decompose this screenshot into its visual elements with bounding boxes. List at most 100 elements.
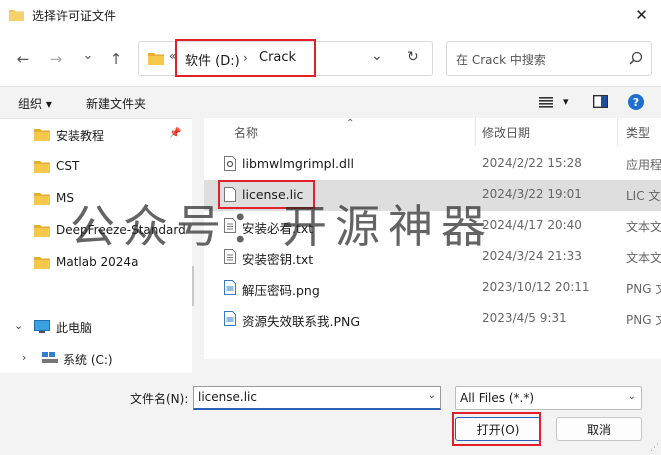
search-box[interactable]: 在 Crack 中搜索 [446, 41, 652, 76]
close-icon: ✕ [635, 6, 648, 24]
file-type: PNG 文 [626, 282, 661, 296]
file-name: libmwlmgrimpl.dll [242, 156, 354, 171]
back-arrow-icon: ← [16, 50, 30, 68]
file-date: 2024/3/22 19:01 [482, 187, 582, 201]
pin-icon: 📌 [169, 128, 182, 139]
file-type: PNG 文 [626, 313, 661, 327]
highlight-box [218, 180, 315, 209]
image-file-icon [224, 311, 236, 326]
resize-grip-icon[interactable]: ⋰ [650, 443, 659, 453]
forward-button[interactable]: → [45, 48, 67, 70]
help-icon[interactable]: ? [628, 94, 644, 110]
sidebar-item-label: 安装教程 [56, 129, 105, 143]
chevron-down-icon[interactable]: ⌄ [428, 390, 436, 401]
image-file-icon [224, 280, 236, 295]
folder-app-icon [9, 10, 24, 21]
file-name: 安装密钥.txt [242, 252, 314, 267]
text-file-icon [224, 249, 236, 264]
sidebar-item-label: 系统 (C:) [63, 353, 113, 367]
column-divider[interactable] [617, 118, 618, 146]
sidebar-item-system-drive[interactable]: › 系统 (C:) [0, 347, 192, 371]
file-date: 2024/4/17 20:40 [482, 218, 582, 232]
file-name: 解压密码.png [242, 283, 320, 298]
file-type-filter[interactable]: All Files (*.*) ⌄ [455, 386, 642, 410]
address-dropdown-icon[interactable]: ⌄ [371, 48, 383, 64]
table-row[interactable]: libmwlmgrimpl.dll 2024/2/22 15:28 应用程 [204, 149, 661, 180]
file-date: 2023/4/5 9:31 [482, 311, 567, 325]
table-row[interactable]: 安装必看.txt 2024/4/17 20:40 文本文 [204, 211, 661, 242]
help-glyph: ? [632, 95, 640, 109]
filename-input[interactable] [194, 387, 414, 407]
column-header-name[interactable]: 名称 [234, 124, 258, 141]
close-button[interactable]: ✕ [628, 2, 655, 28]
expand-icon[interactable]: › [22, 351, 26, 364]
organize-button[interactable]: 组织 ▾ [18, 95, 52, 112]
filename-label: 文件名(N): [130, 392, 189, 406]
folder-icon [34, 129, 50, 141]
view-dropdown-icon[interactable]: ▾ [563, 95, 569, 108]
window-title: 选择许可证文件 [32, 9, 117, 23]
folder-icon [34, 257, 50, 269]
file-type: LIC 文 [626, 189, 661, 203]
file-type: 文本文 [626, 251, 661, 265]
sidebar-item-label: DeepFreeze-Standard [56, 223, 186, 237]
organize-label: 组织 [18, 97, 43, 111]
column-divider[interactable] [475, 118, 476, 146]
pane-splitter[interactable] [192, 118, 204, 373]
folder-icon [34, 225, 50, 237]
file-name: 安装必看.txt [242, 221, 314, 236]
new-folder-button[interactable]: 新建文件夹 [86, 95, 146, 112]
folder-icon [34, 161, 50, 173]
folder-icon [34, 193, 50, 205]
file-type-filter-value: All Files (*.*) [460, 391, 535, 405]
recent-locations-button[interactable]: ⌄ [77, 44, 99, 66]
preview-pane-icon[interactable] [593, 95, 608, 108]
forward-arrow-icon: → [49, 50, 63, 68]
highlight-box [175, 39, 316, 77]
up-arrow-icon: ↑ [109, 50, 123, 68]
sidebar-item-install-guide[interactable]: 安装教程 📌 [0, 123, 192, 147]
table-row[interactable]: 解压密码.png 2023/10/12 20:11 PNG 文 [204, 273, 661, 304]
text-file-icon [224, 218, 236, 233]
file-list[interactable]: ⌃ 名称 修改日期 类型 libmwlmgrimpl.dll 2024/2/22… [204, 118, 661, 359]
sidebar-item-deepfreeze[interactable]: DeepFreeze-Standard [0, 219, 192, 243]
navigation-bar: ← → ⌄ ↑ « 软件 (D:) › Crack ⌄ ↻ 在 Crack 中搜… [0, 31, 661, 87]
file-date: 2024/3/24 21:33 [482, 249, 582, 263]
file-type: 应用程 [626, 158, 661, 172]
sidebar-item-label: MS [56, 191, 74, 205]
file-date: 2024/2/22 15:28 [482, 156, 582, 170]
sort-ascending-icon: ⌃ [346, 118, 355, 129]
dll-icon [224, 156, 236, 171]
up-button[interactable]: ↑ [105, 48, 127, 70]
file-dialog-footer: 文件名(N): ⌄ All Files (*.*) ⌄ 打开(O) 取消 ⋰ [0, 373, 661, 455]
chevron-down-icon: ▾ [45, 97, 52, 111]
table-row[interactable]: 资源失效联系我.PNG 2023/4/5 9:31 PNG 文 [204, 304, 661, 335]
filename-combobox[interactable]: ⌄ [193, 386, 441, 410]
title-bar: 选择许可证文件 ✕ [0, 0, 661, 31]
view-list-icon[interactable] [539, 97, 553, 108]
sidebar-item-matlab[interactable]: Matlab 2024a [0, 251, 192, 275]
sidebar-item-this-pc[interactable]: ⌄ 此电脑 [0, 315, 192, 339]
sidebar-item-cst[interactable]: CST [0, 155, 192, 179]
table-row[interactable]: 安装密钥.txt 2024/3/24 21:33 文本文 [204, 242, 661, 273]
horizontal-scrollbar[interactable] [204, 359, 661, 373]
refresh-icon[interactable]: ↻ [407, 49, 419, 65]
navigation-pane[interactable]: 安装教程 📌 CST MS DeepFreeze-Standard Matlab… [0, 118, 192, 373]
chevron-down-icon: ⌄ [82, 47, 94, 63]
cancel-button[interactable]: 取消 [556, 417, 642, 441]
file-type: 文本文 [626, 220, 661, 234]
back-button[interactable]: ← [12, 48, 34, 70]
search-input[interactable]: 在 Crack 中搜索 [456, 51, 546, 68]
sidebar-item-ms[interactable]: MS [0, 187, 192, 211]
file-date: 2023/10/12 20:11 [482, 280, 590, 294]
splitter-handle[interactable] [192, 266, 194, 306]
drive-icon [42, 352, 58, 363]
column-header-date[interactable]: 修改日期 [482, 124, 530, 141]
expand-icon[interactable]: ⌄ [14, 319, 23, 332]
highlight-box [452, 412, 541, 446]
file-name: 资源失效联系我.PNG [242, 314, 361, 329]
computer-icon [34, 320, 50, 333]
column-header-type[interactable]: 类型 [626, 124, 650, 141]
sidebar-item-label: Matlab 2024a [56, 255, 139, 269]
toolbar: 组织 ▾ 新建文件夹 ▾ ? [0, 87, 661, 118]
